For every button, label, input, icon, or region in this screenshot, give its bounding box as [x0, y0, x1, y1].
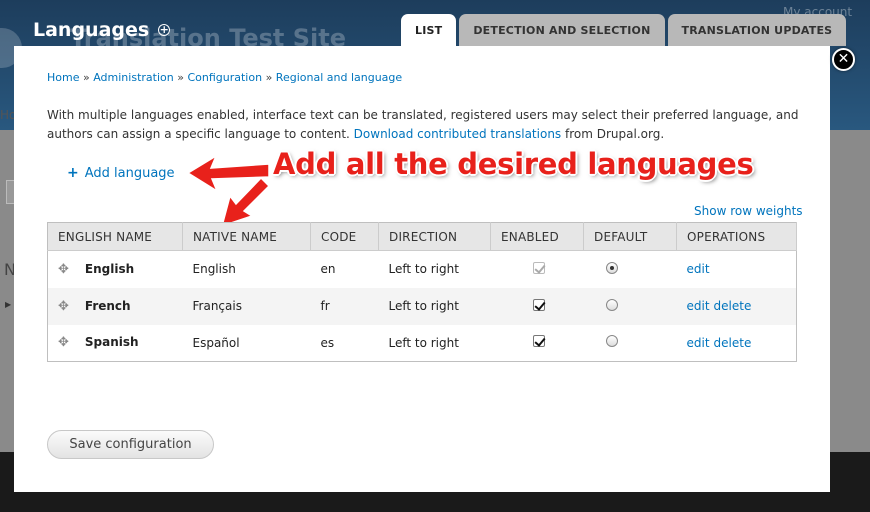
enabled-cell: [490, 324, 584, 362]
drag-handle-icon[interactable]: ✥: [58, 299, 69, 314]
page-description: With multiple languages enabled, interfa…: [47, 106, 807, 144]
drag-handle-icon[interactable]: ✥: [58, 335, 69, 350]
col-default: DEFAULT: [583, 222, 677, 251]
breadcrumb-separator: »: [265, 71, 273, 84]
show-row-weights-link[interactable]: Show row weights: [694, 204, 803, 218]
overlay-title-row: Languages +: [33, 19, 171, 41]
download-translations-link[interactable]: Download contributed translations: [354, 127, 562, 141]
arrow-to-add-language-icon: [186, 154, 270, 193]
drag-handle-icon[interactable]: ✥: [58, 262, 69, 277]
breadcrumb-separator: »: [82, 71, 90, 84]
english-name: English: [84, 261, 135, 276]
language-code: es: [310, 324, 379, 362]
table-header-row: ENGLISH NAME NATIVE NAME CODE DIRECTION …: [47, 222, 797, 251]
save-configuration-button[interactable]: Save configuration: [47, 430, 214, 459]
tab-list[interactable]: LIST: [401, 14, 457, 46]
col-code: CODE: [310, 222, 379, 251]
col-english-name: ENGLISH NAME: [47, 222, 183, 251]
table-row: ✥ Spanish Español es Left to right edit de…: [47, 324, 797, 362]
native-name: English: [182, 250, 311, 288]
tab-detection-and-selection[interactable]: DETECTION AND SELECTION: [459, 14, 665, 46]
annotation-callout: Add all the desired languages: [273, 147, 754, 181]
page-title: Languages: [33, 19, 150, 41]
breadcrumb-home[interactable]: Home: [47, 71, 79, 84]
enabled-cell: [490, 250, 584, 288]
table-row: ✥ French Français fr Left to right edit de…: [47, 287, 797, 325]
operations-cell: edit delete: [676, 324, 797, 362]
description-suffix: from Drupal.org.: [565, 127, 665, 141]
language-code: en: [310, 250, 379, 288]
add-language-action[interactable]: + Add language: [67, 165, 175, 181]
arrow-to-native-name-icon: [220, 176, 271, 228]
english-name: Spanish: [84, 335, 139, 350]
default-radio[interactable]: [605, 335, 618, 348]
edit-link[interactable]: edit: [687, 336, 710, 350]
operations-cell: edit: [676, 250, 797, 288]
languages-table: ENGLISH NAME NATIVE NAME CODE DIRECTION …: [47, 222, 797, 362]
close-icon[interactable]: ✕: [832, 48, 855, 71]
table-row: ✥ English English en Left to right edit: [47, 250, 797, 288]
english-name-cell: ✥ French: [47, 287, 183, 325]
col-direction: DIRECTION: [378, 222, 491, 251]
breadcrumb: Home » Administration » Configuration » …: [47, 71, 402, 84]
col-enabled: ENABLED: [490, 222, 584, 251]
enabled-cell: [490, 287, 584, 325]
direction: Left to right: [378, 324, 491, 362]
direction: Left to right: [378, 250, 491, 288]
default-cell: [583, 250, 677, 288]
delete-link[interactable]: delete: [714, 299, 752, 313]
default-radio[interactable]: [605, 298, 618, 311]
operations-cell: edit delete: [676, 287, 797, 325]
breadcrumb-separator: »: [177, 71, 184, 84]
tab-translation-updates[interactable]: TRANSLATION UPDATES: [667, 14, 847, 46]
enabled-checkbox[interactable]: [532, 298, 545, 311]
col-native-name: NATIVE NAME: [182, 222, 311, 251]
native-name: Español: [182, 324, 311, 362]
edit-link[interactable]: edit: [687, 262, 710, 276]
native-name: Français: [182, 287, 311, 325]
english-name: French: [84, 298, 131, 313]
plus-icon: +: [67, 165, 79, 181]
background-triangle-icon: ▶: [5, 300, 12, 309]
add-shortcut-icon[interactable]: +: [158, 24, 171, 36]
col-operations: OPERATIONS: [676, 222, 797, 251]
language-code: fr: [310, 287, 379, 325]
default-radio[interactable]: [605, 261, 618, 274]
add-language-label: Add language: [84, 165, 175, 181]
enabled-checkbox[interactable]: [532, 335, 545, 348]
breadcrumb-configuration[interactable]: Configuration: [187, 71, 262, 84]
edit-link[interactable]: edit: [687, 299, 710, 313]
default-cell: [583, 324, 677, 362]
default-cell: [583, 287, 677, 325]
overlay-panel: Home » Administration » Configuration » …: [14, 46, 830, 492]
delete-link[interactable]: delete: [714, 336, 752, 350]
english-name-cell: ✥ English: [47, 250, 183, 288]
breadcrumb-regional-and-language[interactable]: Regional and language: [276, 71, 402, 84]
breadcrumb-administration[interactable]: Administration: [93, 71, 174, 84]
english-name-cell: ✥ Spanish: [47, 324, 183, 362]
enabled-checkbox: [532, 261, 545, 274]
tab-bar: LIST DETECTION AND SELECTION TRANSLATION…: [401, 14, 849, 46]
direction: Left to right: [378, 287, 491, 325]
